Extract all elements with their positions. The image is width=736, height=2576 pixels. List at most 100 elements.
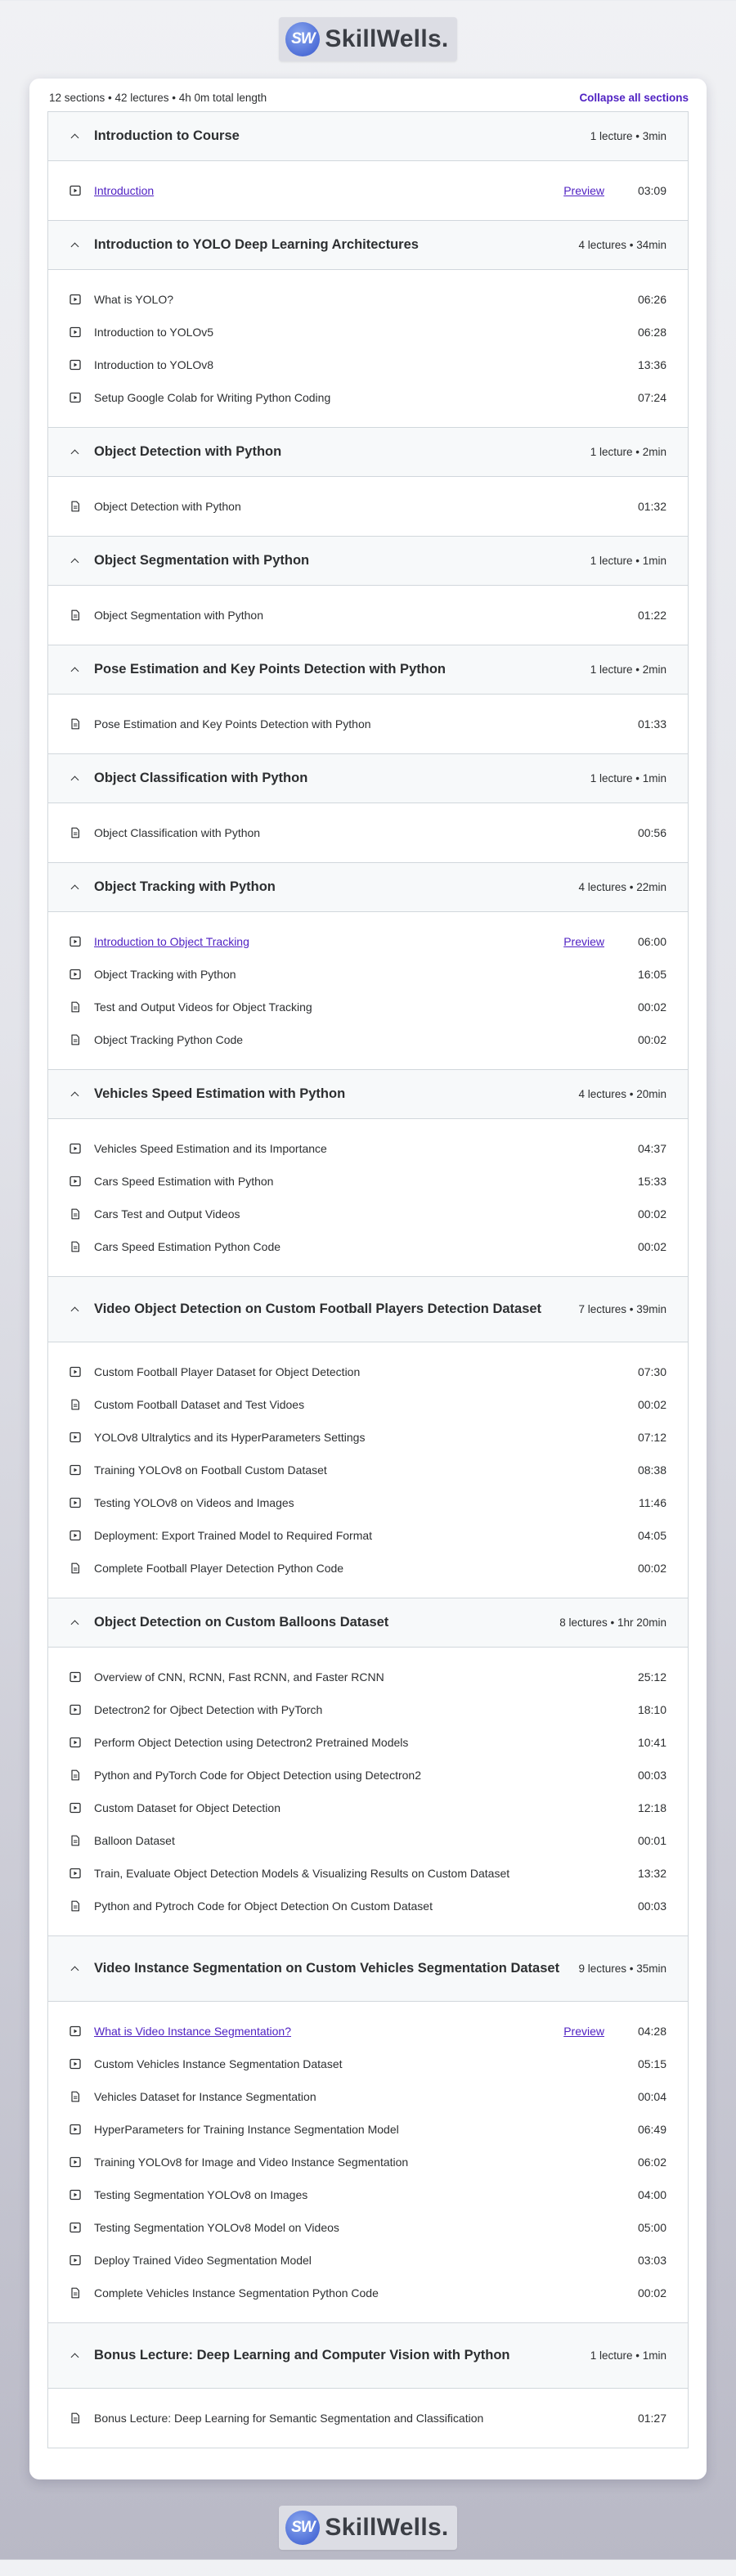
lecture-title: Python and Pytroch Code for Object Detec…	[94, 1899, 433, 1913]
video-icon	[70, 1530, 81, 1541]
file-icon	[70, 2287, 81, 2299]
section-header[interactable]: Vehicles Speed Estimation with Python 4 l…	[48, 1070, 688, 1119]
section-header[interactable]: Object Detection with Python 1 lecture • …	[48, 428, 688, 477]
lecture-duration: 00:04	[637, 2090, 666, 2103]
chevron-up-icon	[70, 2350, 81, 2362]
header-logo-area: SW SkillWells.	[0, 0, 736, 79]
video-icon	[70, 936, 81, 947]
lecture-duration: 00:02	[637, 1562, 666, 1575]
section-header[interactable]: Pose Estimation and Key Points Detection…	[48, 645, 688, 695]
lecture-title: Testing Segmentation YOLOv8 on Images	[94, 2188, 308, 2201]
chevron-up-icon	[70, 555, 81, 567]
lecture-title: Custom Football Player Dataset for Objec…	[94, 1365, 361, 1378]
section-header[interactable]: Video Object Detection on Custom Footbal…	[48, 1277, 688, 1342]
curriculum-summary-row: 12 sections • 42 lectures • 4h 0m total …	[47, 83, 689, 111]
curriculum-section: Object Segmentation with Python 1 lecture…	[48, 536, 688, 645]
lecture-title: HyperParameters for Training Instance Se…	[94, 2123, 399, 2136]
lecture-list: Object Classification with Python 00:56	[48, 803, 688, 862]
file-icon	[70, 1034, 81, 1045]
lecture-title: Vehicles Dataset for Instance Segmentati…	[94, 2090, 316, 2103]
lecture-duration: 05:15	[637, 2057, 666, 2070]
lecture-list: What is YOLO? 06:26 Introduction to YOLOv5…	[48, 270, 688, 427]
file-icon	[70, 1001, 81, 1013]
lecture-item: Testing YOLOv8 on Videos and Images 11:46	[48, 1486, 688, 1519]
lecture-list: Introduction Preview 03:09	[48, 161, 688, 220]
chevron-up-icon	[70, 240, 81, 251]
section-header[interactable]: Introduction to YOLO Deep Learning Archi…	[48, 221, 688, 270]
course-content-card: 12 sections • 42 lectures • 4h 0m total …	[29, 79, 707, 2479]
lecture-title: Python and PyTorch Code for Object Detec…	[94, 1769, 421, 1782]
lecture-duration: 16:05	[637, 968, 666, 981]
lecture-title: Cars Speed Estimation Python Code	[94, 1240, 281, 1253]
section-header[interactable]: Object Classification with Python 1 lectu…	[48, 754, 688, 803]
video-icon	[70, 1868, 81, 1879]
section-header[interactable]: Bonus Lecture: Deep Learning and Compute…	[48, 2323, 688, 2389]
video-icon	[70, 2255, 81, 2266]
lecture-item: Bonus Lecture: Deep Learning for Semanti…	[48, 2402, 688, 2434]
brand-logo[interactable]: SW SkillWells.	[279, 17, 457, 61]
curriculum-section: Object Classification with Python 1 lectu…	[48, 753, 688, 862]
lecture-duration: 01:32	[637, 500, 666, 513]
section-title: Bonus Lecture: Deep Learning and Compute…	[94, 2348, 510, 2362]
section-title: Video Instance Segmentation on Custom Ve…	[94, 1961, 560, 1976]
video-icon	[70, 2124, 81, 2135]
lecture-list: Object Segmentation with Python 01:22	[48, 586, 688, 645]
lecture-item: Custom Vehicles Instance Segmentation Da…	[48, 2048, 688, 2080]
preview-link[interactable]: Preview	[563, 2025, 604, 2038]
video-icon	[70, 1802, 81, 1814]
section-title: Object Segmentation with Python	[94, 553, 310, 568]
curriculum-section: Pose Estimation and Key Points Detection…	[48, 645, 688, 753]
footer-brand-logo[interactable]: SW SkillWells.	[279, 2506, 457, 2550]
lecture-item: Cars Speed Estimation Python Code 00:02	[48, 1230, 688, 1263]
lecture-duration: 01:22	[637, 609, 666, 622]
section-title: Video Object Detection on Custom Footbal…	[94, 1301, 542, 1316]
video-icon	[70, 969, 81, 980]
lecture-title: Object Classification with Python	[94, 826, 261, 839]
video-icon	[70, 392, 81, 403]
preview-link[interactable]: Preview	[563, 935, 604, 948]
lecture-duration: 00:02	[637, 1000, 666, 1014]
lecture-item: Custom Football Dataset and Test Vidoes 0…	[48, 1388, 688, 1421]
section-header[interactable]: Object Detection on Custom Balloons Data…	[48, 1598, 688, 1648]
lecture-title: Testing Segmentation YOLOv8 Model on Vid…	[94, 2221, 339, 2234]
lecture-title: YOLOv8 Ultralytics and its HyperParamete…	[94, 1431, 366, 1444]
lecture-item: Complete Vehicles Instance Segmentation …	[48, 2277, 688, 2309]
video-icon	[70, 2025, 81, 2037]
lecture-item: Training YOLOv8 for Image and Video Inst…	[48, 2146, 688, 2178]
section-meta: 1 lecture • 2min	[590, 446, 666, 458]
curriculum-section: Object Detection with Python 1 lecture • …	[48, 427, 688, 536]
lecture-title: Overview of CNN, RCNN, Fast RCNN, and Fa…	[94, 1670, 384, 1684]
section-title: Object Detection on Custom Balloons Data…	[94, 1615, 389, 1630]
lecture-title[interactable]: Introduction to Object Tracking	[94, 935, 563, 948]
lecture-item: Testing Segmentation YOLOv8 Model on Vid…	[48, 2211, 688, 2244]
lecture-duration: 01:33	[637, 717, 666, 731]
lecture-item: Python and Pytroch Code for Object Detec…	[48, 1890, 688, 1922]
section-header[interactable]: Introduction to Course 1 lecture • 3min	[48, 112, 688, 161]
footer-brand-mark-icon: SW	[285, 2511, 321, 2545]
section-title: Vehicles Speed Estimation with Python	[94, 1086, 346, 1101]
lecture-item: Deploy Trained Video Segmentation Model 0…	[48, 2244, 688, 2277]
section-header[interactable]: Video Instance Segmentation on Custom Ve…	[48, 1936, 688, 2002]
lecture-duration: 00:56	[637, 826, 666, 839]
preview-link[interactable]: Preview	[563, 184, 604, 197]
lecture-title: Setup Google Colab for Writing Python Co…	[94, 391, 331, 404]
lecture-title: Object Tracking Python Code	[94, 1033, 244, 1046]
lecture-title: Training YOLOv8 on Football Custom Datas…	[94, 1463, 327, 1477]
section-header[interactable]: Object Segmentation with Python 1 lecture…	[48, 537, 688, 586]
lecture-duration: 00:02	[637, 1240, 666, 1253]
lecture-duration: 08:38	[637, 1463, 666, 1477]
curriculum-list: Introduction to Course 1 lecture • 3min In…	[47, 111, 689, 2448]
lecture-item: HyperParameters for Training Instance Se…	[48, 2113, 688, 2146]
section-meta: 1 lecture • 3min	[590, 130, 666, 142]
lecture-title[interactable]: What is Video Instance Segmentation?	[94, 2025, 563, 2038]
section-header[interactable]: Object Tracking with Python 4 lectures • …	[48, 863, 688, 912]
lecture-item: Detectron2 for Ojbect Detection with PyT…	[48, 1693, 688, 1726]
section-meta: 9 lectures • 35min	[578, 1962, 666, 1975]
file-icon	[70, 1769, 81, 1781]
lecture-title: Cars Test and Output Videos	[94, 1207, 240, 1221]
lecture-title[interactable]: Introduction	[94, 184, 563, 197]
curriculum-section: Introduction to YOLO Deep Learning Archi…	[48, 220, 688, 427]
collapse-all-button[interactable]: Collapse all sections	[579, 92, 689, 104]
curriculum-section: Bonus Lecture: Deep Learning and Compute…	[48, 2322, 688, 2448]
lecture-duration: 06:49	[637, 2123, 666, 2136]
